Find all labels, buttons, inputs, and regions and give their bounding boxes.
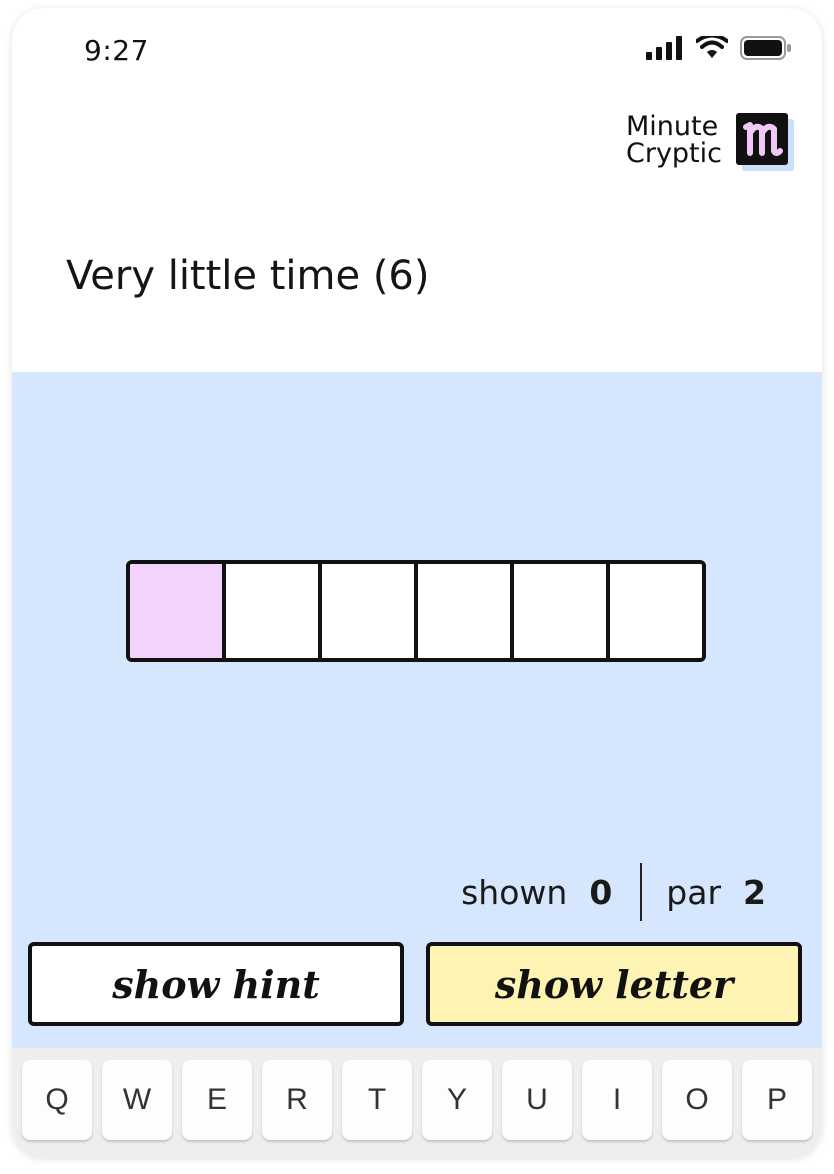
answer-cell-2[interactable] [226,564,322,658]
counter-divider [640,863,643,921]
answer-cell-3[interactable] [322,564,418,658]
show-hint-button[interactable]: show hint [28,942,404,1026]
show-letter-button[interactable]: show letter [426,942,802,1026]
keyboard-row-1: Q W E R T Y U I O P [22,1060,812,1140]
answer-cell-1[interactable] [130,564,226,658]
minute-cryptic-logo: Minute Cryptic [626,113,794,171]
signal-icon [646,36,682,60]
par-label: par [666,872,722,912]
key-w[interactable]: W [102,1060,172,1140]
key-y[interactable]: Y [422,1060,492,1140]
key-r[interactable]: R [262,1060,332,1140]
play-area: shown 0 par 2 show hint show letter [12,372,822,1158]
key-i[interactable]: I [582,1060,652,1140]
key-u[interactable]: U [502,1060,572,1140]
status-time: 9:27 [84,34,149,67]
par-value: 2 [743,872,766,912]
answer-cell-6[interactable] [610,564,702,658]
key-o[interactable]: O [662,1060,732,1140]
key-p[interactable]: P [742,1060,812,1140]
keyboard: Q W E R T Y U I O P [12,1048,822,1158]
key-t[interactable]: T [342,1060,412,1140]
shown-label: shown [461,872,568,912]
logo-line-1: Minute [625,111,719,142]
answer-cell-5[interactable] [514,564,610,658]
logo-line-2: Cryptic [625,138,722,169]
battery-icon [740,36,791,60]
phone-screen: 9:27 Minute Cryptic Very little time (6)… [12,8,822,1158]
answer-cell-4[interactable] [418,564,514,658]
shown-value: 0 [589,872,613,912]
logo-text: Minute Cryptic [626,113,722,167]
logo-mark-icon [736,113,794,171]
wifi-icon [696,36,728,58]
status-bar: 9:27 [12,8,822,98]
clue-text: Very little time (6) [66,253,430,299]
answer-grid[interactable] [126,560,706,662]
status-icons [646,36,792,60]
hint-counters: shown 0 par 2 [461,862,766,922]
key-q[interactable]: Q [22,1060,92,1140]
key-e[interactable]: E [182,1060,252,1140]
